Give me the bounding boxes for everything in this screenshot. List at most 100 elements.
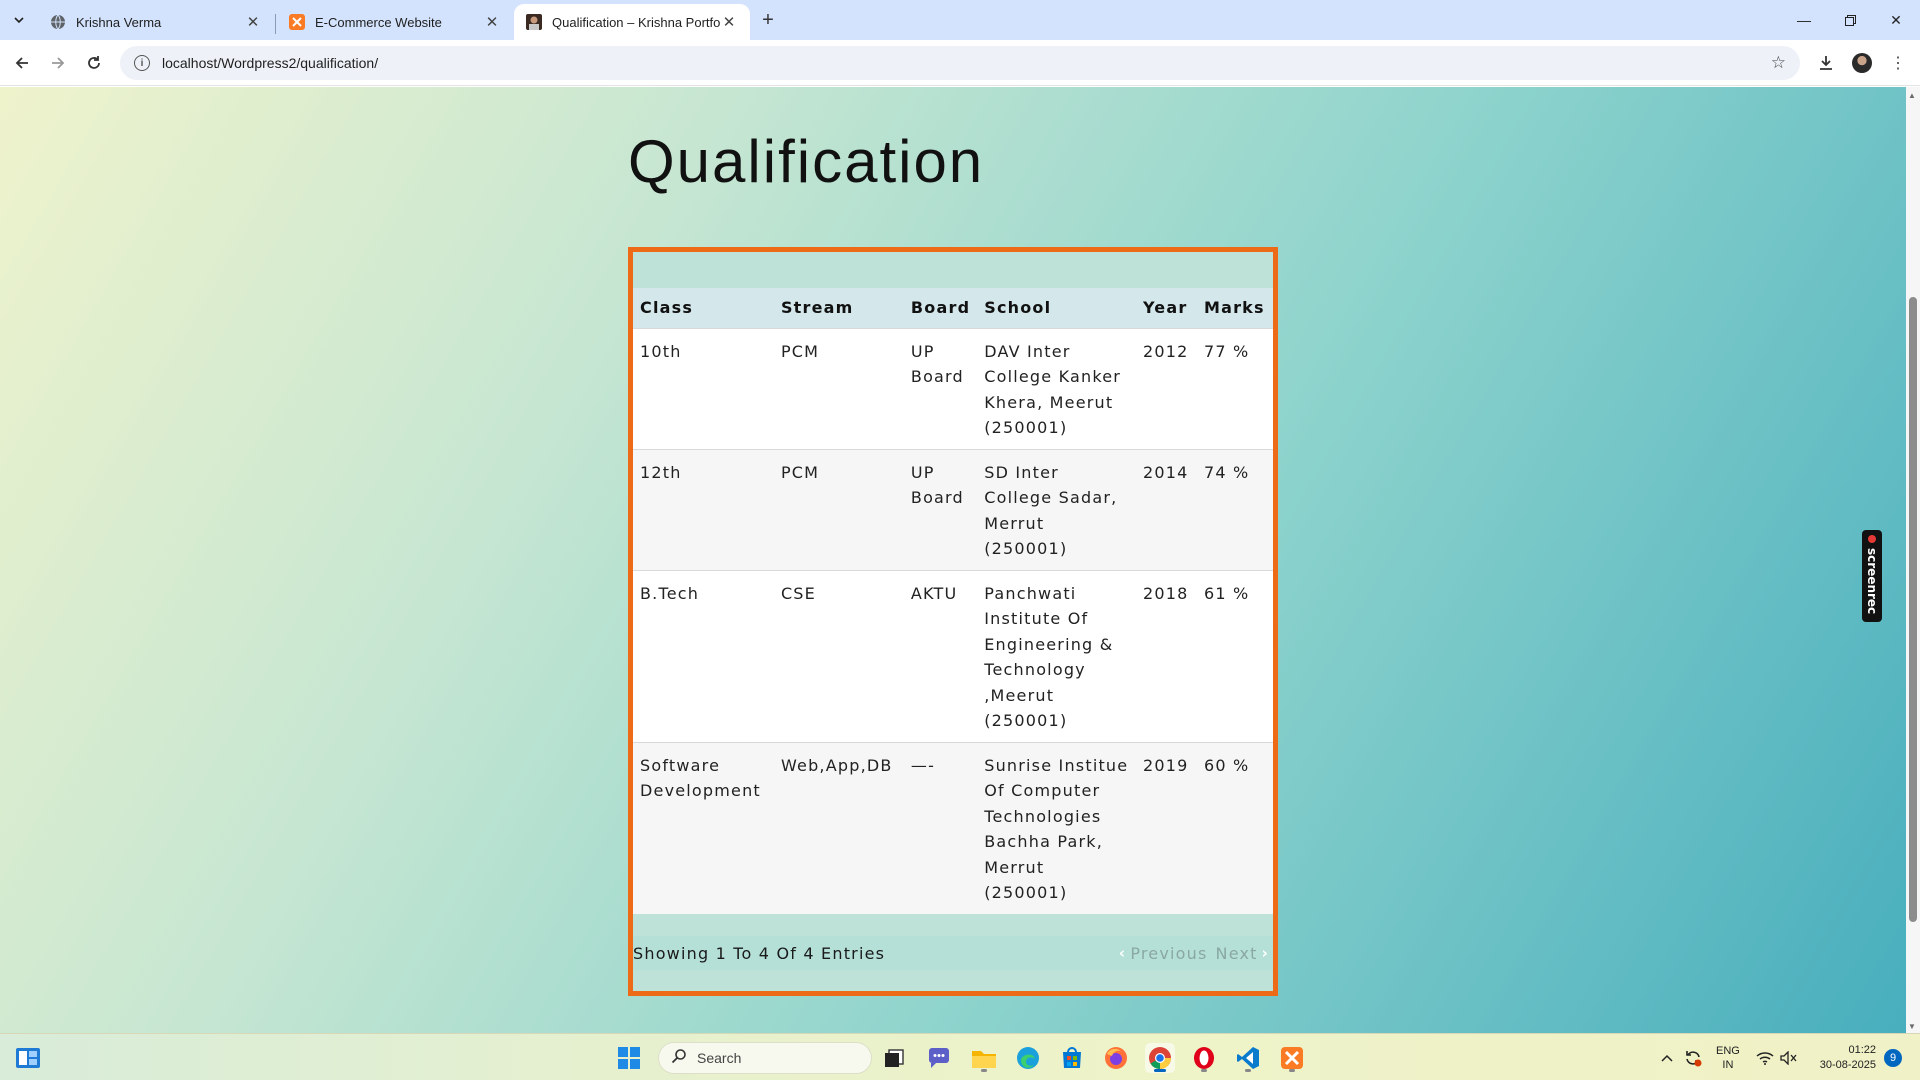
cell-stream: PCM <box>773 327 904 449</box>
cell-stream: Web,App,DB <box>773 741 904 914</box>
tab-ecommerce-website[interactable]: E-Commerce Website ✕ <box>277 4 513 40</box>
globe-icon <box>50 14 66 30</box>
cell-marks: 61 % <box>1196 569 1273 742</box>
running-indicator <box>981 1069 987 1072</box>
cell-board: UP Board <box>903 327 978 449</box>
running-indicator <box>1201 1069 1207 1072</box>
vscode-icon[interactable] <box>1233 1043 1263 1073</box>
search-placeholder: Search <box>697 1050 742 1066</box>
back-icon[interactable] <box>8 49 36 77</box>
scroll-down-icon[interactable]: ▼ <box>1908 1022 1916 1031</box>
profile-avatar[interactable] <box>1848 49 1876 77</box>
table-footer: Showing 1 To 4 Of 4 Entries ‹ Previous N… <box>633 936 1273 970</box>
tab-krishna-verma[interactable]: Krishna Verma ✕ <box>38 4 274 40</box>
notification-count: 9 <box>1884 1048 1902 1067</box>
cell-year: 2012 <box>1135 327 1197 449</box>
record-dot-icon <box>1868 535 1876 543</box>
url-text[interactable]: localhost/Wordpress2/qualification/ <box>162 55 378 71</box>
tab-title: Qualification – Krishna Portfolio <box>552 14 720 30</box>
tab-qualification[interactable]: Qualification – Krishna Portfolio ✕ <box>514 4 750 40</box>
header-school[interactable]: School <box>977 288 1136 328</box>
previous-button[interactable]: Previous <box>1130 944 1207 963</box>
cell-board: —- <box>903 741 978 914</box>
table-row: B.Tech CSE AKTU Panchwati Institute Of E… <box>633 569 1273 742</box>
cell-board: UP Board <box>903 448 978 570</box>
tab-title: Krishna Verma <box>76 14 162 30</box>
close-tab-icon[interactable]: ✕ <box>244 13 262 31</box>
header-class[interactable]: Class <box>633 288 774 328</box>
close-window-icon[interactable]: ✕ <box>1873 0 1919 40</box>
qualification-table: Class Stream Board School Year Marks 10t… <box>633 288 1273 914</box>
next-button[interactable]: Next <box>1216 944 1258 963</box>
cell-stream: PCM <box>773 448 904 570</box>
scrollbar-thumb[interactable] <box>1909 297 1917 922</box>
forward-icon[interactable] <box>44 49 72 77</box>
xampp-control-icon[interactable] <box>1277 1043 1307 1073</box>
qualification-table-container: Class Stream Board School Year Marks 10t… <box>628 247 1278 996</box>
entries-info: Showing 1 To 4 Of 4 Entries <box>633 943 886 963</box>
microsoft-store-icon[interactable] <box>1057 1043 1087 1073</box>
header-board[interactable]: Board <box>903 288 978 328</box>
cell-marks: 60 % <box>1196 741 1273 914</box>
teams-chat-icon[interactable] <box>924 1043 954 1073</box>
restore-icon[interactable] <box>1827 0 1873 40</box>
task-view-icon[interactable] <box>879 1043 909 1073</box>
taskbar-search[interactable]: Search <box>658 1042 872 1074</box>
sync-alert-icon[interactable] <box>1683 1034 1703 1080</box>
new-tab-button[interactable]: + <box>756 8 780 32</box>
wifi-icon[interactable] <box>1756 1034 1774 1080</box>
file-explorer-icon[interactable] <box>969 1043 999 1073</box>
scroll-up-icon[interactable]: ▲ <box>1908 91 1916 100</box>
clock-date: 30-08-2025 <box>1819 1058 1876 1071</box>
cell-marks: 77 % <box>1196 327 1273 449</box>
page-title: Qualification <box>628 128 985 195</box>
portfolio-favicon-icon <box>526 14 542 30</box>
active-indicator <box>1154 1069 1166 1072</box>
speaker-muted-icon[interactable] <box>1780 1034 1798 1080</box>
windows-start-icon[interactable] <box>614 1043 644 1073</box>
xampp-icon <box>289 14 305 30</box>
table-row: 12th PCM UP Board SD Inter College Sadar… <box>633 448 1273 570</box>
bookmark-star-icon[interactable]: ☆ <box>1771 53 1786 73</box>
download-icon[interactable] <box>1812 49 1840 77</box>
cell-school: DAV Inter College Kanker Khera, Meerut (… <box>977 327 1136 449</box>
running-indicator <box>1289 1069 1295 1072</box>
table-wrapper: Class Stream Board School Year Marks 10t… <box>633 252 1273 991</box>
browser-tabstrip: Krishna Verma ✕ E-Commerce Website ✕ Qua… <box>0 0 1920 40</box>
reload-icon[interactable] <box>80 49 108 77</box>
edge-icon[interactable] <box>1013 1043 1043 1073</box>
opera-icon[interactable] <box>1189 1043 1219 1073</box>
site-info-icon[interactable]: i <box>134 55 150 71</box>
widgets-icon[interactable] <box>13 1043 43 1073</box>
firefox-icon[interactable] <box>1101 1043 1131 1073</box>
cell-school: Sunrise Institue Of Computer Technologie… <box>977 741 1136 914</box>
screenrec-label: screenrec <box>1865 548 1879 615</box>
cell-class: Software Development <box>633 741 774 914</box>
notification-badge[interactable]: 9 <box>1884 1034 1902 1080</box>
screenrec-badge[interactable]: screenrec <box>1862 530 1882 622</box>
header-marks[interactable]: Marks <box>1196 288 1273 328</box>
cell-year: 2014 <box>1135 448 1197 570</box>
address-bar[interactable]: i localhost/Wordpress2/qualification/ ☆ <box>120 46 1800 80</box>
show-hidden-icons-icon[interactable] <box>1660 1034 1674 1080</box>
clock[interactable]: 01:22 30-08-2025 <box>1808 1034 1876 1080</box>
cell-school: Panchwati Institute Of Engineering & Tec… <box>977 569 1136 742</box>
table-row: Software Development Web,App,DB —- Sunri… <box>633 741 1273 914</box>
more-menu-icon[interactable]: ⋮ <box>1884 49 1912 77</box>
minimize-icon[interactable]: — <box>1781 0 1827 40</box>
cell-class: 12th <box>633 448 774 570</box>
cell-class: B.Tech <box>633 569 774 742</box>
cell-year: 2019 <box>1135 741 1197 914</box>
chevron-left-icon: ‹ <box>1118 944 1127 962</box>
language-indicator[interactable]: ENG IN <box>1716 1034 1740 1080</box>
header-stream[interactable]: Stream <box>773 288 904 328</box>
header-year[interactable]: Year <box>1135 288 1197 328</box>
chrome-icon[interactable] <box>1145 1043 1175 1073</box>
tab-search-chevron-icon[interactable] <box>6 8 32 32</box>
page-scrollbar[interactable]: ▲ ▼ <box>1906 87 1920 1033</box>
cell-school: SD Inter College Sadar, Merrut (250001) <box>977 448 1136 570</box>
close-tab-icon[interactable]: ✕ <box>720 13 738 31</box>
table-header-row: Class Stream Board School Year Marks <box>633 288 1273 328</box>
close-tab-icon[interactable]: ✕ <box>483 13 501 31</box>
windows-taskbar: Search ENG IN 01:22 30-08-2025 9 <box>0 1033 1920 1080</box>
